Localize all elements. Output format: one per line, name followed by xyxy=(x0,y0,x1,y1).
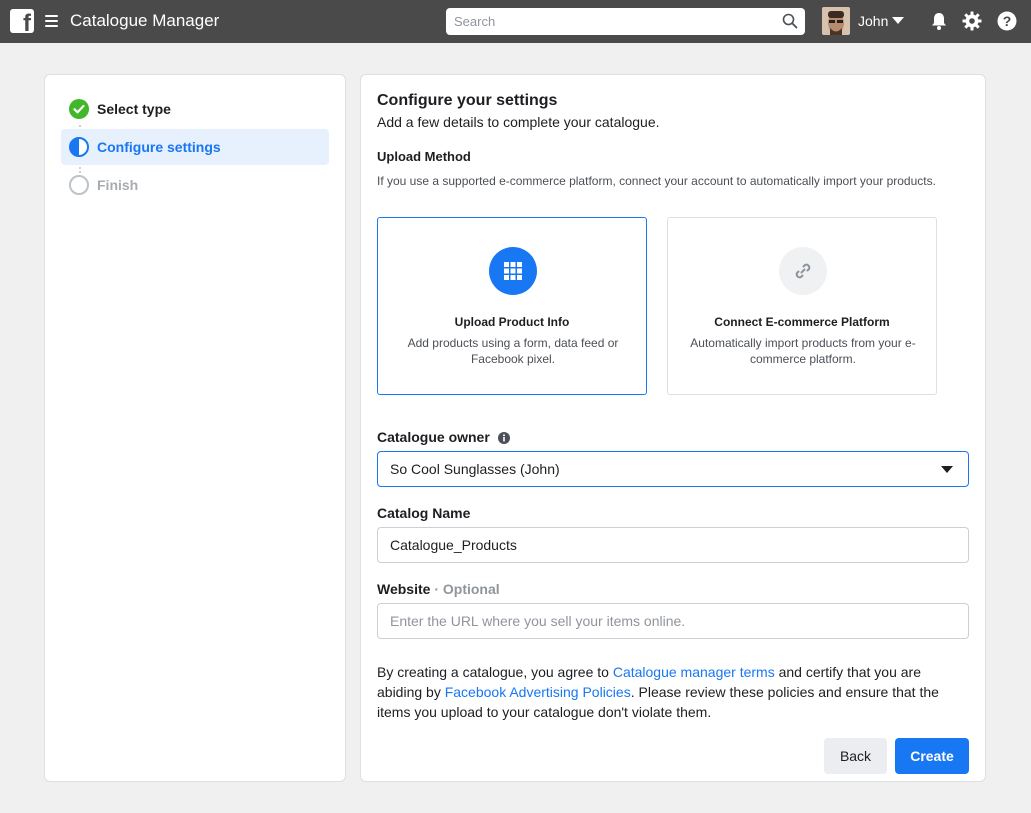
app-title[interactable]: Catalogue Manager xyxy=(70,11,219,31)
step-select-type[interactable]: Select type xyxy=(61,91,329,127)
chevron-down-icon xyxy=(941,466,953,473)
website-field[interactable] xyxy=(377,603,969,639)
bell-icon[interactable] xyxy=(929,11,949,31)
search-icon[interactable] xyxy=(782,13,798,29)
step-label: Configure settings xyxy=(97,139,221,155)
page-subtitle: Add a few details to complete your catal… xyxy=(377,114,660,130)
catalog-name-label: Catalog Name xyxy=(377,505,471,521)
upload-product-info-option[interactable]: Upload Product Info Add products using a… xyxy=(377,217,647,395)
terms-text: By creating a catalogue, you agree to Ca… xyxy=(377,664,939,720)
chevron-down-icon[interactable] xyxy=(892,17,904,24)
step-label: Select type xyxy=(97,101,171,117)
option-title: Upload Product Info xyxy=(454,315,570,329)
selected-owner: So Cool Sunglasses (John) xyxy=(390,461,560,477)
option-description: Add products using a form, data feed or … xyxy=(407,336,619,366)
svg-text:?: ? xyxy=(1003,13,1012,29)
checkmark-circle-icon xyxy=(69,99,89,119)
grid-icon xyxy=(489,247,537,295)
upload-method-description: If you use a supported e-commerce platfo… xyxy=(377,174,936,188)
option-description: Automatically import products from your … xyxy=(690,336,916,366)
help-icon[interactable]: ? xyxy=(997,11,1017,31)
upload-method-label: Upload Method xyxy=(377,149,471,164)
step-finish[interactable]: Finish xyxy=(61,167,329,203)
page-title: Configure your settings xyxy=(377,92,558,109)
connect-ecommerce-option[interactable]: Connect E-commerce Platform Automaticall… xyxy=(667,217,937,395)
catalogue-owner-label: Catalogue owner xyxy=(377,429,510,445)
facebook-logo-icon[interactable]: f xyxy=(10,9,34,33)
catalogue-manager-terms-link[interactable]: Catalogue manager terms xyxy=(613,664,775,680)
step-configure-settings[interactable]: Configure settings xyxy=(61,129,329,165)
search-input[interactable] xyxy=(446,8,805,35)
gear-icon[interactable] xyxy=(962,11,982,31)
top-bar: f Catalogue Manager John xyxy=(0,0,1031,43)
back-button[interactable]: Back xyxy=(824,738,887,774)
half-circle-icon xyxy=(69,137,89,157)
link-icon xyxy=(779,247,827,295)
menu-icon[interactable] xyxy=(45,13,58,29)
info-icon[interactable] xyxy=(497,432,510,444)
avatar[interactable] xyxy=(822,7,850,35)
advertising-policies-link[interactable]: Facebook Advertising Policies xyxy=(445,684,631,700)
settings-panel: Configure your settings Add a few detail… xyxy=(360,74,986,782)
steps-panel: Select type Configure settings Finish xyxy=(44,74,346,782)
website-label: Website · Optional xyxy=(377,581,500,597)
catalog-name-field[interactable] xyxy=(377,527,969,563)
option-title: Connect E-commerce Platform xyxy=(714,315,890,329)
create-button[interactable]: Create xyxy=(895,738,969,774)
user-name[interactable]: John xyxy=(858,13,888,29)
empty-circle-icon xyxy=(69,175,89,195)
catalogue-owner-select[interactable]: So Cool Sunglasses (John) xyxy=(377,451,969,487)
step-label: Finish xyxy=(97,177,139,193)
